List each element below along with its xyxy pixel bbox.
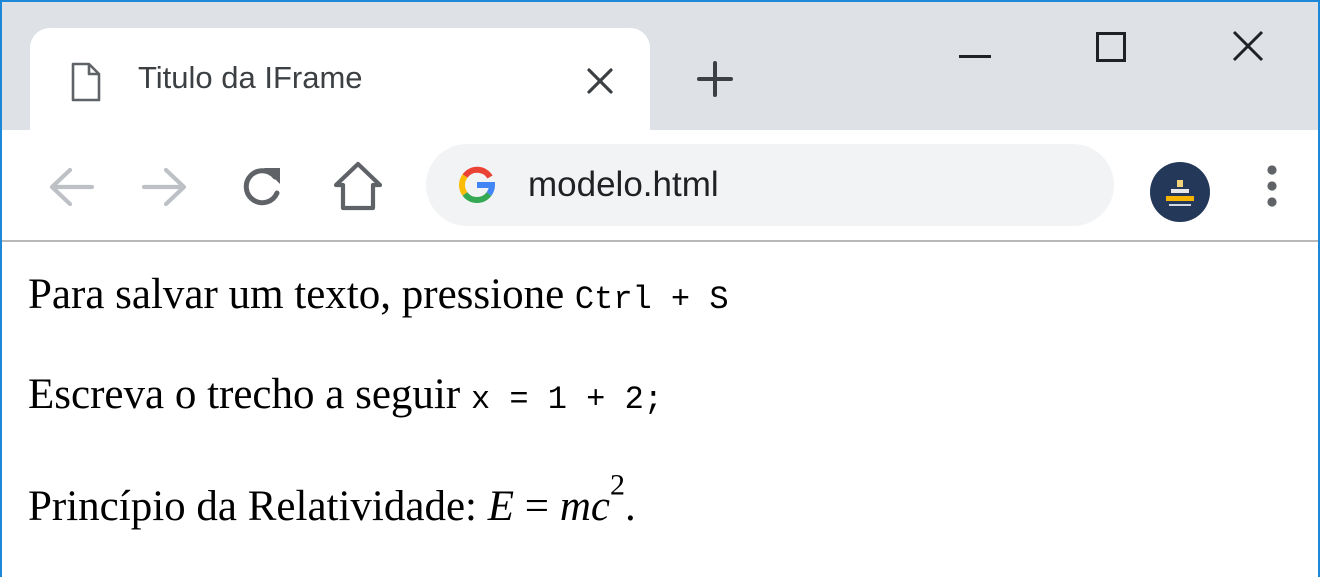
kebab-menu-icon[interactable] [1266, 164, 1278, 213]
new-tab-plus-icon[interactable] [697, 61, 733, 102]
paragraph-code-snippet: Escreva o trecho a seguir x = 1 + 2; [28, 370, 663, 419]
equation-period: . [624, 483, 636, 530]
title-bar: Titulo da IFrame [2, 2, 1318, 132]
equation-variable-mc: mc [559, 483, 610, 530]
tab-close-icon[interactable] [586, 67, 614, 100]
close-icon[interactable] [1232, 30, 1264, 67]
profile-avatar[interactable] [1150, 162, 1210, 222]
equation-exponent: 2 [609, 468, 625, 502]
reload-icon[interactable] [240, 165, 284, 214]
code-snippet: x = 1 + 2; [470, 381, 663, 418]
paragraph-text: Escreva o trecho a seguir [28, 371, 471, 418]
paragraph-text: Para salvar um texto, pressione [28, 271, 575, 318]
minimize-icon[interactable] [959, 46, 991, 64]
google-icon [458, 166, 496, 209]
home-icon[interactable] [332, 160, 384, 217]
arrow-left-icon[interactable] [48, 167, 95, 212]
paragraph-relativity: Princípio da Relatividade: E = mc2. [28, 470, 636, 531]
browser-window: Titulo da IFrame modelo.html Para salvar… [0, 0, 1320, 577]
page-content: Para salvar um texto, pressione Ctrl + S… [2, 242, 1318, 577]
address-bar[interactable]: modelo.html [426, 144, 1114, 226]
equation-variable-e: E [487, 483, 515, 530]
navigation-toolbar: modelo.html [2, 130, 1318, 242]
url-text: modelo.html [528, 165, 719, 204]
equation-equals: = [514, 483, 560, 530]
maximize-icon[interactable] [1096, 32, 1126, 67]
browser-tab[interactable]: Titulo da IFrame [30, 28, 650, 132]
page-icon [70, 62, 102, 107]
arrow-right-icon[interactable] [141, 167, 188, 212]
paragraph-save-shortcut: Para salvar um texto, pressione Ctrl + S [28, 270, 729, 319]
tab-title: Titulo da IFrame [138, 60, 363, 95]
paragraph-text: Princípio da Relatividade: [28, 483, 488, 530]
keyboard-shortcut: Ctrl + S [574, 281, 729, 318]
